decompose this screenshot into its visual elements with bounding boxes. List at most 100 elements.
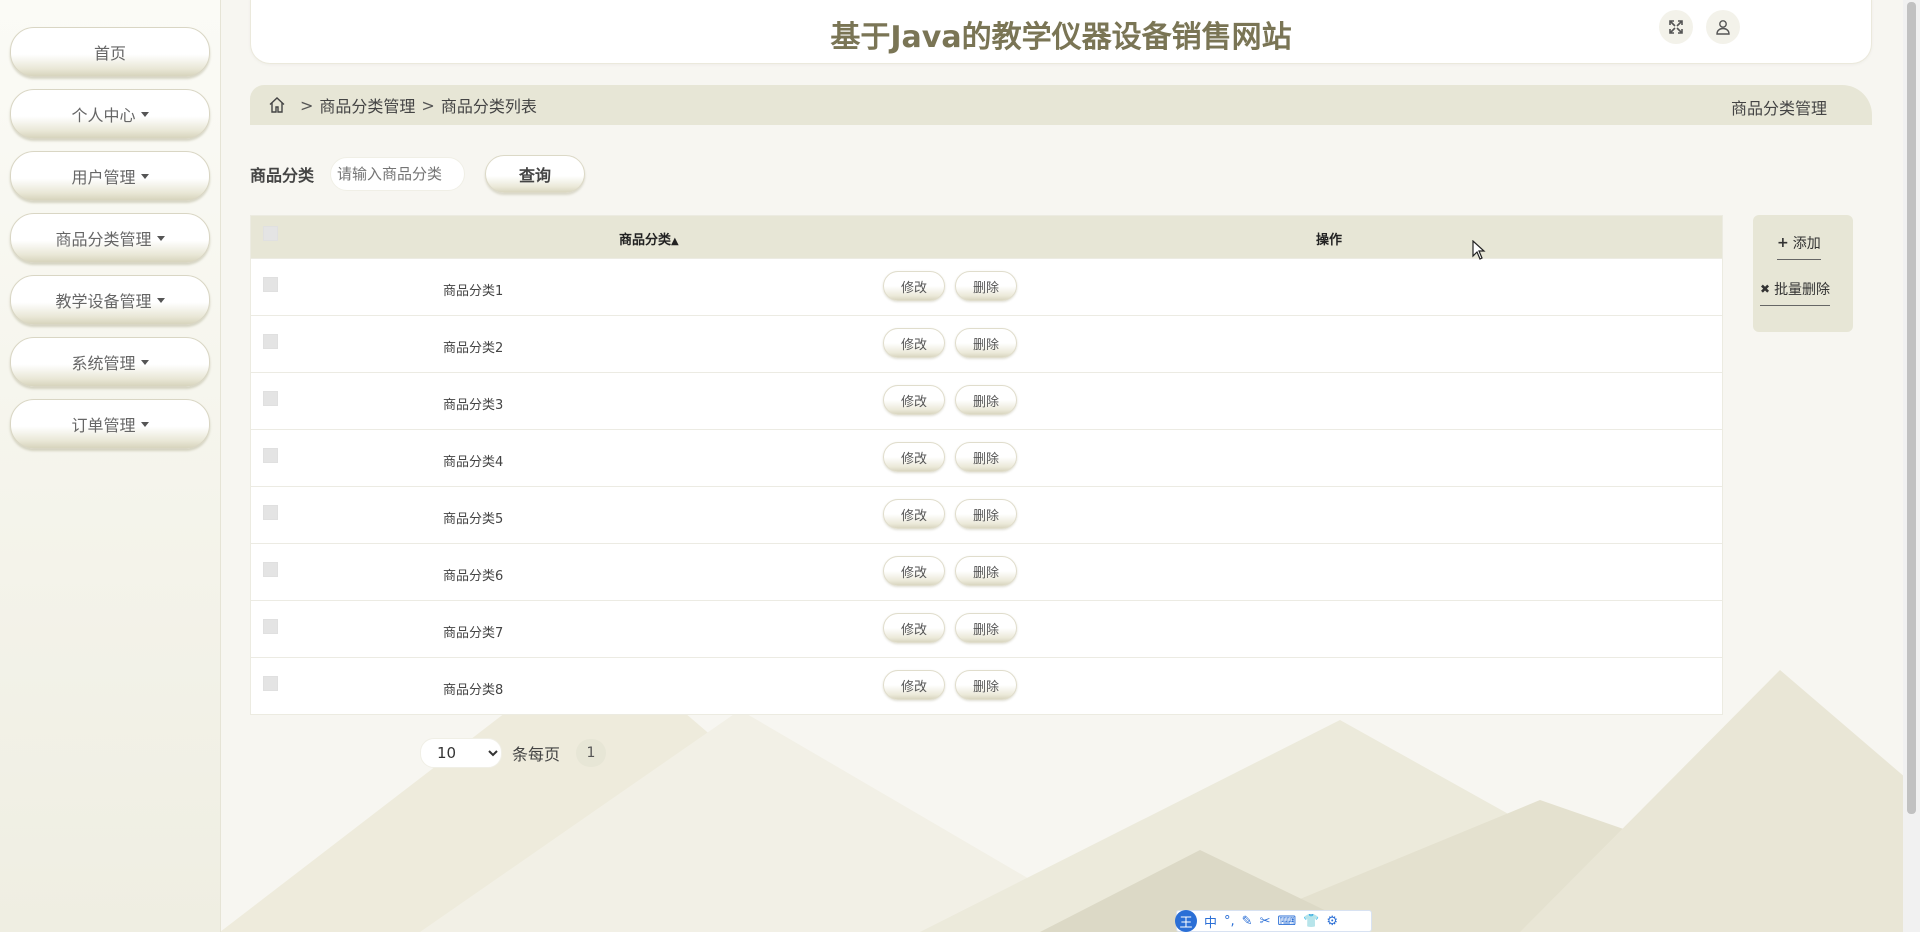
ime-logo-icon[interactable]: 王 (1175, 910, 1197, 932)
row-checkbox[interactable] (263, 562, 278, 577)
sidebar-item-0[interactable]: 首页 (10, 27, 210, 77)
category-name-cell: 商品分类1 (443, 284, 504, 299)
column-header-actions: 操作 (1316, 233, 1343, 248)
delete-button[interactable]: 删除 (955, 499, 1017, 529)
category-table: 商品分类▲︎ 操作 商品分类1 修改 删除 商品分类2 修改 删除 商品分类3 修改 删除 商品分… (250, 215, 1723, 715)
close-icon: ✖ (1760, 282, 1771, 296)
sidebar-item-5[interactable]: 系统管理 (10, 337, 210, 387)
vertical-scrollbar[interactable] (1903, 0, 1920, 932)
edit-button[interactable]: 修改 (883, 328, 945, 358)
breadcrumb-item-category-list: 商品分类列表 (440, 97, 537, 116)
sort-icon[interactable]: ▲︎ (671, 236, 679, 247)
category-name-cell: 商品分类8 (443, 683, 504, 698)
breadcrumb-separator: > (421, 95, 435, 115)
site-title: 基于Java的教学仪器设备销售网站 (830, 20, 1292, 55)
delete-button[interactable]: 删除 (955, 442, 1017, 472)
edit-button[interactable]: 修改 (883, 670, 945, 700)
search-bar: 商品分类 查询 (250, 155, 585, 193)
breadcrumb-separator: > (300, 95, 314, 115)
category-name-cell: 商品分类3 (443, 398, 504, 413)
sidebar-item-2[interactable]: 用户管理 (10, 151, 210, 201)
batch-delete-button[interactable]: ✖ 批量删除 (1760, 279, 1831, 306)
row-checkbox[interactable] (263, 277, 278, 292)
ime-scissors-icon[interactable]: ✂ (1260, 914, 1271, 929)
ime-skin-icon[interactable]: 👕 (1303, 914, 1319, 929)
search-label: 商品分类 (250, 166, 315, 185)
caret-down-icon (140, 173, 149, 179)
sidebar-item-label: 系统管理 (71, 354, 136, 373)
table-row: 商品分类4 修改 删除 (251, 429, 1722, 486)
row-checkbox[interactable] (263, 448, 278, 463)
table-body: 商品分类1 修改 删除 商品分类2 修改 删除 商品分类3 修改 删除 商品分类4 修改 删除 商品分类… (251, 258, 1722, 714)
delete-button[interactable]: 删除 (955, 385, 1017, 415)
sidebar: 首页个人中心用户管理商品分类管理 教学设备管理 系统管理订单管理 (0, 0, 221, 932)
delete-button[interactable]: 删除 (955, 328, 1017, 358)
ime-punctuation-icon[interactable]: °, (1224, 914, 1235, 929)
ime-settings-icon[interactable]: ⚙ (1326, 914, 1338, 929)
category-name-cell: 商品分类2 (443, 341, 504, 356)
edit-button[interactable]: 修改 (883, 385, 945, 415)
row-checkbox[interactable] (263, 676, 278, 691)
delete-button[interactable]: 删除 (955, 613, 1017, 643)
table-header: 商品分类▲︎ 操作 (251, 216, 1722, 258)
edit-button[interactable]: 修改 (883, 613, 945, 643)
sidebar-item-label: 商品分类管理 (55, 230, 152, 249)
table-row: 商品分类6 修改 删除 (251, 543, 1722, 600)
add-button[interactable]: + 添加 (1777, 233, 1821, 260)
page-number-1[interactable]: 1 (576, 739, 607, 767)
sidebar-item-4[interactable]: 教学设备管理 (10, 275, 210, 325)
category-name-cell: 商品分类7 (443, 626, 504, 641)
row-checkbox[interactable] (263, 391, 278, 406)
action-panel: + 添加 ✖ 批量删除 (1753, 215, 1853, 332)
query-button[interactable]: 查询 (485, 155, 585, 193)
sidebar-item-label: 用户管理 (71, 168, 136, 187)
category-name-cell: 商品分类4 (443, 455, 504, 470)
edit-button[interactable]: 修改 (883, 499, 945, 529)
delete-button[interactable]: 删除 (955, 271, 1017, 301)
ime-chinese-mode-icon[interactable]: 中 (1204, 912, 1217, 931)
plus-icon: + (1777, 235, 1789, 251)
breadcrumb-item-category-management[interactable]: 商品分类管理 (319, 93, 415, 117)
category-name-cell: 商品分类6 (443, 569, 504, 584)
edit-button[interactable]: 修改 (883, 556, 945, 586)
scrollbar-thumb[interactable] (1907, 2, 1916, 814)
table-row: 商品分类7 修改 删除 (251, 600, 1722, 657)
caret-down-icon (140, 421, 149, 427)
category-search-input[interactable] (330, 157, 465, 191)
caret-down-icon (156, 297, 165, 303)
sidebar-item-1[interactable]: 个人中心 (10, 89, 210, 139)
mouse-cursor-icon (1472, 240, 1486, 260)
sidebar-item-label: 教学设备管理 (55, 292, 152, 311)
sidebar-item-label: 首页 (93, 44, 126, 63)
edit-button[interactable]: 修改 (883, 442, 945, 472)
table-row: 商品分类1 修改 删除 (251, 258, 1722, 315)
category-name-cell: 商品分类5 (443, 512, 504, 527)
select-all-checkbox[interactable] (263, 226, 278, 241)
home-icon[interactable] (268, 96, 286, 114)
page-section-title: 商品分类管理 (1730, 99, 1827, 118)
pagination: 10 条每页 1 (420, 738, 607, 768)
ime-toolbar[interactable]: 王 中 °, ✎ ✂ ⌨ 👕 ⚙ (1175, 910, 1372, 932)
column-header-category[interactable]: 商品分类▲︎ (619, 229, 679, 248)
user-icon (1716, 20, 1730, 35)
delete-button[interactable]: 删除 (955, 670, 1017, 700)
table-row: 商品分类2 修改 删除 (251, 315, 1722, 372)
row-checkbox[interactable] (263, 334, 278, 349)
ime-keyboard-icon[interactable]: ⌨ (1277, 914, 1296, 929)
delete-button[interactable]: 删除 (955, 556, 1017, 586)
sidebar-item-3[interactable]: 商品分类管理 (10, 213, 210, 263)
sidebar-item-label: 个人中心 (71, 106, 136, 125)
user-button[interactable] (1706, 10, 1740, 44)
fullscreen-button[interactable] (1659, 10, 1693, 44)
sidebar-item-6[interactable]: 订单管理 (10, 399, 210, 449)
page-size-select[interactable]: 10 (420, 738, 502, 768)
breadcrumb: > 商品分类管理 > 商品分类列表 商品分类管理 (250, 85, 1872, 125)
caret-down-icon (140, 111, 149, 117)
page-size-label: 条每页 (512, 745, 561, 764)
edit-button[interactable]: 修改 (883, 271, 945, 301)
row-checkbox[interactable] (263, 505, 278, 520)
row-checkbox[interactable] (263, 619, 278, 634)
ime-handwrite-icon[interactable]: ✎ (1242, 914, 1253, 929)
caret-down-icon (156, 235, 165, 241)
table-row: 商品分类3 修改 删除 (251, 372, 1722, 429)
